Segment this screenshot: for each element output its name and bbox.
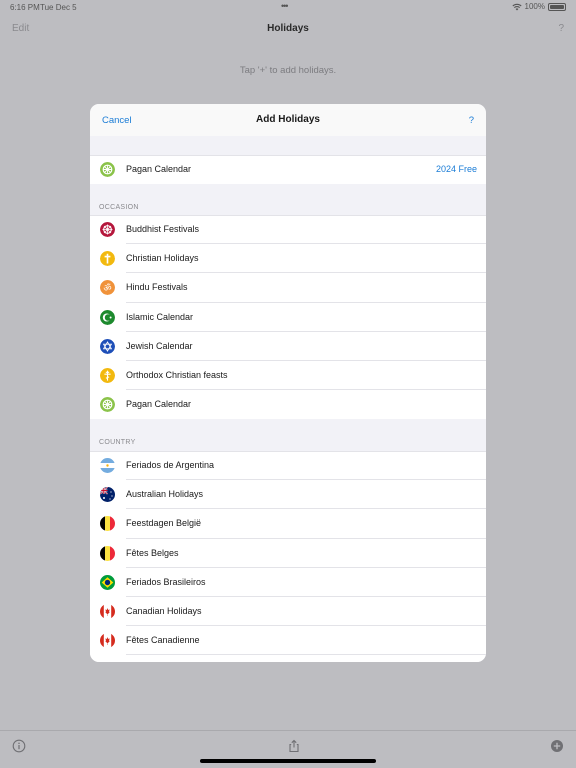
section-header-country: COUNTRY <box>99 439 136 446</box>
om-icon: ॐ <box>100 280 115 296</box>
list-item-featured-pagan[interactable]: Pagan Calendar 2024 Free <box>90 155 486 184</box>
canada-flag-icon <box>100 633 115 649</box>
page-title: Holidays <box>267 23 309 34</box>
list-item-pagan[interactable]: Pagan Calendar <box>90 390 486 419</box>
dharma-wheel-icon <box>100 222 115 237</box>
list-item-label: Jewish Calendar <box>126 340 193 351</box>
list-item-label: Orthodox Christian feasts <box>126 369 228 380</box>
navigation-bar: Edit Holidays ? <box>0 14 576 42</box>
belgium-flag-icon <box>100 516 115 532</box>
status-date: Tue Dec 5 <box>40 3 77 12</box>
bottom-toolbar <box>0 730 576 768</box>
empty-hint: Tap '+' to add holidays. <box>239 65 337 76</box>
cross-icon <box>100 251 115 267</box>
australia-flag-icon <box>100 487 115 503</box>
list-item-canada-en[interactable]: Canadian Holidays <box>90 597 486 627</box>
wifi-icon <box>511 3 522 10</box>
svg-text:ॐ: ॐ <box>103 283 111 294</box>
list-item-label: Hindu Festivals <box>126 282 188 293</box>
pagan-wheel-icon <box>100 397 115 413</box>
add-holidays-sheet: Cancel Add Holidays ? Pagan Calendar 202… <box>90 104 486 662</box>
section-header-occasion: OCCASION <box>99 204 139 211</box>
argentina-flag-icon <box>100 458 115 473</box>
occasion-group: Buddhist Festivals Christian Holidays ॐ … <box>90 215 486 420</box>
add-icon[interactable] <box>550 739 564 753</box>
list-item-label: Pagan Calendar <box>126 399 192 410</box>
featured-group: Pagan Calendar 2024 Free <box>90 155 486 185</box>
multitasking-dots-icon[interactable]: ••• <box>281 1 289 11</box>
sheet-header: Cancel Add Holidays ? <box>90 104 486 136</box>
list-item-australia[interactable]: Australian Holidays <box>90 480 486 510</box>
list-item-label: Fêtes Canadienne <box>126 635 200 646</box>
list-item-buddhist[interactable]: Buddhist Festivals <box>90 215 486 245</box>
belgium-flag-icon <box>100 545 115 561</box>
list-item-islamic[interactable]: Islamic Calendar <box>90 303 486 332</box>
list-item-brazil[interactable]: Feriados Brasileiros <box>90 568 486 597</box>
list-item-label: Christian Holidays <box>126 253 199 264</box>
info-icon[interactable] <box>12 739 26 753</box>
list-item-label: Pagan Calendar <box>126 164 192 174</box>
list-item-label: Australian Holidays <box>126 489 204 500</box>
battery-percent: 100% <box>524 2 545 11</box>
crescent-star-icon <box>100 309 115 325</box>
list-item-label: Feriados Brasileiros <box>126 576 206 587</box>
list-item-label: Buddhist Festivals <box>126 224 200 234</box>
list-item-label: Feriados de Argentina <box>126 460 215 470</box>
help-button[interactable]: ? <box>558 23 564 34</box>
home-indicator[interactable] <box>200 759 376 763</box>
sheet-help-button[interactable]: ? <box>469 115 474 126</box>
list-item-canada-fr[interactable]: Fêtes Canadienne <box>90 626 486 656</box>
list-item-belgium-fr[interactable]: Fêtes Belges <box>90 539 486 568</box>
sheet-title: Add Holidays <box>256 114 320 125</box>
status-time: 6:16 PM <box>10 3 40 12</box>
list-item-belgium-nl[interactable]: Feestdagen België <box>90 509 486 539</box>
canada-flag-icon <box>100 603 115 619</box>
star-of-david-icon <box>100 338 115 354</box>
list-item-label: Islamic Calendar <box>126 311 194 322</box>
orthodox-cross-icon <box>100 367 115 383</box>
status-right: 100% <box>511 2 566 11</box>
pagan-wheel-icon <box>100 162 115 177</box>
brazil-flag-icon <box>100 574 115 590</box>
list-item-partial <box>90 655 486 662</box>
battery-icon <box>548 2 566 11</box>
status-bar: 6:16 PM Tue Dec 5 ••• 100% <box>0 0 576 14</box>
list-item-christian[interactable]: Christian Holidays <box>90 244 486 274</box>
share-icon[interactable] <box>287 739 301 753</box>
list-item-orthodox[interactable]: Orthodox Christian feasts <box>90 361 486 391</box>
country-group: Feriados de Argentina Australian Holiday… <box>90 451 486 662</box>
list-item-hindu[interactable]: ॐ Hindu Festivals <box>90 273 486 303</box>
list-item-label: Fêtes Belges <box>126 547 179 558</box>
list-item-jewish[interactable]: Jewish Calendar <box>90 332 486 361</box>
list-item-argentina[interactable]: Feriados de Argentina <box>90 451 486 481</box>
free-badge: 2024 Free <box>435 164 477 174</box>
list-item-label: Feestdagen België <box>126 518 202 529</box>
list-item-label: Canadian Holidays <box>126 605 202 616</box>
